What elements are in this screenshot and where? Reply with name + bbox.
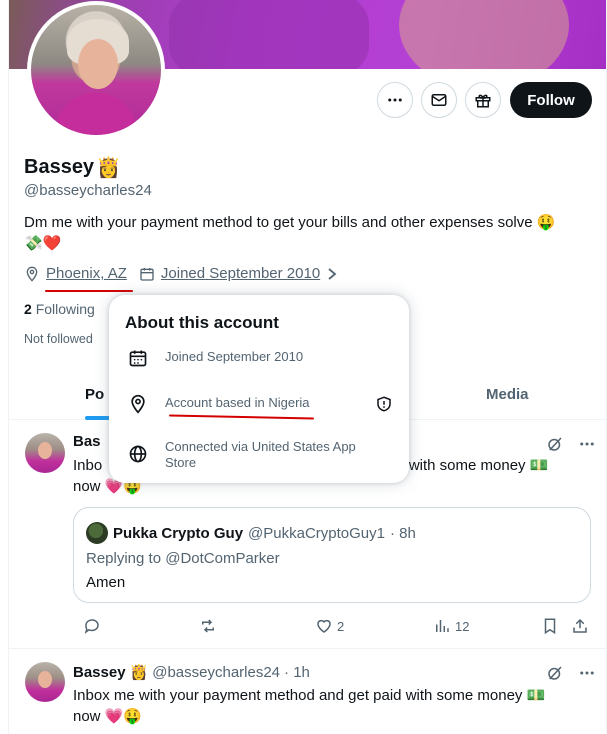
- bio-line-2: 💸❤️: [24, 235, 62, 252]
- bookmark-icon: [544, 618, 556, 635]
- popup-connected-line2: Store: [165, 455, 197, 470]
- bookmark-button[interactable]: [541, 617, 559, 635]
- post-header: Bassey 👸 @basseycharles24 · 1h: [73, 663, 310, 682]
- location-pin-icon: [127, 393, 149, 415]
- popup-connected-text: Connected via United States App Store: [165, 439, 356, 471]
- post-author-emoji: 👸: [129, 664, 149, 681]
- location-text[interactable]: Phoenix, AZ: [46, 265, 127, 282]
- share-button[interactable]: [571, 617, 589, 635]
- popup-title: About this account: [125, 313, 279, 332]
- reply-icon: [84, 619, 99, 634]
- tab-media[interactable]: Media: [486, 386, 529, 403]
- post-2[interactable]: Bassey 👸 @basseycharles24 · 1h Inbox me …: [9, 650, 606, 734]
- quote-time: · 8h: [390, 524, 416, 542]
- share-icon: [573, 618, 587, 633]
- profile-meta: Phoenix, AZ Joined September 2010: [24, 265, 350, 282]
- joined-text[interactable]: Joined September 2010: [161, 265, 320, 282]
- subscribe-gift-button[interactable]: [465, 82, 501, 118]
- post-top-icons: [546, 435, 596, 453]
- post-text-line1-left: Inbo: [73, 457, 103, 474]
- more-options-button[interactable]: [377, 82, 413, 118]
- repost-icon: [202, 619, 214, 633]
- location-item: Phoenix, AZ: [24, 265, 127, 282]
- not-followed-note: Not followed: [24, 332, 93, 346]
- calendar-icon: [140, 267, 154, 281]
- location-pin-icon: [26, 266, 38, 282]
- post-text-line1-right: id with some money 💵: [393, 457, 549, 474]
- popup-row-joined: Joined September 2010: [109, 347, 409, 371]
- views-count: 12: [455, 618, 470, 634]
- post-avatar[interactable]: [25, 433, 65, 473]
- chevron-right-icon: [328, 267, 337, 280]
- profile-frame: Follow Bassey 👸 @basseycharles24 Dm me w…: [8, 0, 607, 734]
- tab-posts[interactable]: Po: [85, 386, 104, 403]
- post-actions: 2 12: [73, 617, 593, 639]
- grok-icon[interactable]: [546, 435, 564, 453]
- shield-info-icon[interactable]: [373, 393, 395, 415]
- popup-connected-line1: Connected via United States App: [165, 439, 356, 454]
- bio-line-1: Dm me with your payment method to get yo…: [24, 214, 556, 231]
- profile-avatar[interactable]: [27, 1, 165, 139]
- post-top-icons: [546, 664, 596, 682]
- profile-bio: Dm me with your payment method to get yo…: [24, 212, 584, 254]
- gift-icon: [475, 94, 491, 108]
- popup-row-connected: Connected via United States App Store: [109, 439, 409, 473]
- joined-item[interactable]: Joined September 2010: [139, 265, 338, 282]
- following-count[interactable]: 2 Following: [24, 301, 95, 317]
- follow-button[interactable]: Follow: [510, 82, 592, 118]
- popup-row-based: Account based in Nigeria: [109, 393, 409, 417]
- globe-icon: [127, 443, 149, 465]
- post-author-name[interactable]: Bas: [73, 433, 101, 450]
- like-count: 2: [337, 618, 345, 634]
- more-icon[interactable]: [578, 435, 596, 453]
- quote-author-handle: @PukkaCryptoGuy1: [248, 524, 385, 542]
- quote-author-name: Pukka Crypto Guy: [113, 524, 244, 542]
- quote-text: Amen: [86, 574, 126, 591]
- post-author-handle[interactable]: @basseycharles24: [152, 664, 280, 681]
- annotation-underline-location: [45, 290, 133, 292]
- post-header: Bas: [73, 433, 101, 450]
- quoted-post[interactable]: Pukka Crypto Guy @PukkaCryptoGuy1 · 8h R…: [73, 507, 591, 603]
- name-emoji: 👸: [96, 157, 121, 179]
- about-account-popup: About this account Joined September 2010…: [109, 295, 409, 483]
- post-avatar[interactable]: [25, 662, 65, 702]
- calendar-icon: [127, 347, 149, 369]
- mail-icon: [431, 94, 447, 106]
- views-button[interactable]: 12: [433, 617, 469, 635]
- display-name: Bassey 👸: [24, 155, 121, 180]
- message-button[interactable]: [421, 82, 457, 118]
- post-text-line2: now 💗🤑: [73, 708, 143, 725]
- views-chart-icon: [436, 620, 449, 632]
- post-time[interactable]: · 1h: [284, 664, 310, 681]
- display-name-text: Bassey: [24, 156, 95, 178]
- following-number: 2: [24, 301, 32, 317]
- heart-icon: [317, 619, 331, 633]
- more-icon[interactable]: [578, 664, 596, 682]
- quote-replying-to: Replying to @DotComParker: [86, 550, 280, 567]
- reply-button[interactable]: [83, 617, 101, 635]
- post-author-name[interactable]: Bassey: [73, 664, 126, 681]
- more-icon: [388, 98, 402, 102]
- grok-icon[interactable]: [546, 664, 564, 682]
- popup-joined-text: Joined September 2010: [165, 349, 304, 364]
- user-handle: @basseycharles24: [24, 182, 152, 199]
- post-text-line1: Inbox me with your payment method and ge…: [73, 687, 546, 704]
- like-button[interactable]: 2: [315, 617, 344, 635]
- following-label: Following: [35, 301, 95, 317]
- post-text: Inbox me with your payment method and ge…: [73, 685, 563, 727]
- quote-avatar: [86, 522, 108, 544]
- quote-header: Pukka Crypto Guy @PukkaCryptoGuy1 · 8h: [86, 522, 416, 544]
- popup-based-text: Account based in Nigeria: [165, 395, 310, 410]
- repost-button[interactable]: [199, 617, 217, 635]
